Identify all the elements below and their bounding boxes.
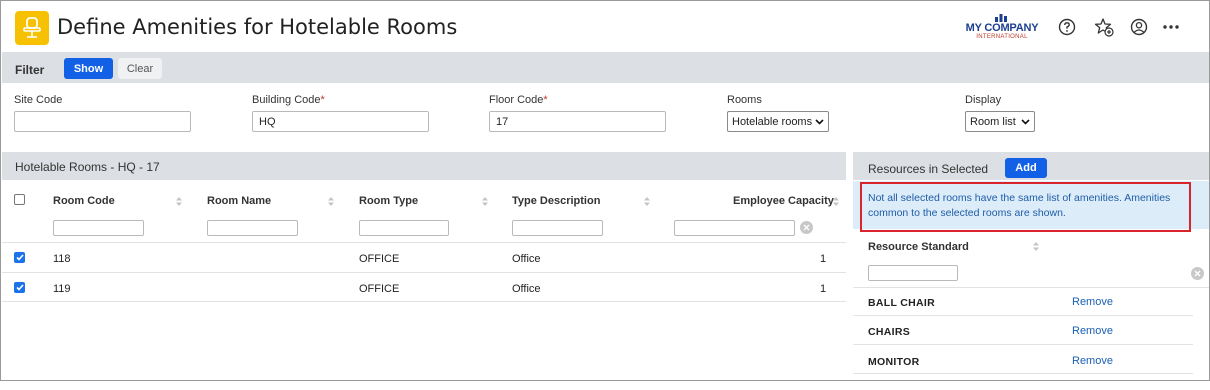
- user-account-icon[interactable]: [1128, 16, 1150, 38]
- sort-icon[interactable]: [832, 196, 840, 207]
- required-marker: *: [320, 94, 325, 106]
- clear-filter-icon[interactable]: [800, 221, 813, 234]
- logo-subtitle: INTERNATIONAL: [976, 34, 1028, 40]
- row-checkbox[interactable]: [14, 282, 25, 293]
- check-icon: [15, 284, 24, 291]
- resource-name: CHAIRS: [868, 326, 911, 338]
- resource-name: MONITOR: [868, 356, 920, 368]
- resources-panel-title: Resources in Selected: [868, 162, 989, 176]
- divider: [853, 315, 1193, 316]
- show-button[interactable]: Show: [64, 58, 113, 79]
- site-code-label: Site Code: [14, 94, 63, 106]
- display-select-value: Room list: [970, 115, 1016, 128]
- clear-filter-icon[interactable]: [1191, 267, 1204, 280]
- filter-bar: Filter Show Clear: [2, 52, 1209, 83]
- rooms-grid-title: Hotelable Rooms - HQ - 17: [15, 160, 160, 174]
- notice-message: Not all selected rooms have the same lis…: [868, 192, 1171, 219]
- help-icon[interactable]: [1056, 16, 1078, 38]
- select-all-checkbox[interactable]: [14, 194, 25, 205]
- logo-name: MY COMPANY: [965, 22, 1039, 34]
- logo-bars-icon: [995, 14, 1007, 22]
- page-title: Define Amenities for Hotelable Rooms: [57, 15, 458, 39]
- more-icon[interactable]: [1160, 16, 1182, 38]
- column-header-type-description[interactable]: Type Description: [512, 195, 600, 207]
- required-marker: *: [543, 94, 548, 106]
- resource-standard-filter-input[interactable]: [868, 265, 958, 281]
- add-resource-button[interactable]: Add: [1005, 158, 1047, 178]
- chevron-down-icon: [1021, 118, 1030, 125]
- room-type-cell: OFFICE: [359, 253, 400, 265]
- rooms-grid-titlebar: Hotelable Rooms - HQ - 17: [2, 152, 846, 180]
- room-code-cell: 118: [53, 253, 71, 265]
- type-description-cell: Office: [512, 283, 541, 295]
- company-logo: MY COMPANY INTERNATIONAL: [961, 14, 1043, 44]
- building-code-label: Building Code*: [252, 94, 325, 106]
- building-code-input[interactable]: [252, 111, 429, 132]
- column-header-room-type[interactable]: Room Type: [359, 195, 418, 207]
- type-description-cell: Office: [512, 253, 541, 265]
- rooms-select[interactable]: Hotelable rooms: [727, 111, 829, 132]
- divider: [2, 301, 846, 302]
- employee-capacity-filter-input[interactable]: [674, 220, 795, 236]
- filter-label: Filter: [15, 63, 45, 77]
- sort-icon[interactable]: [327, 196, 335, 207]
- resource-name: BALL CHAIR: [868, 297, 935, 309]
- column-header-resource-standard[interactable]: Resource Standard: [868, 241, 969, 253]
- row-checkbox[interactable]: [14, 252, 25, 263]
- room-type-filter-input[interactable]: [359, 220, 449, 236]
- employee-capacity-cell: 1: [820, 283, 827, 295]
- remove-link[interactable]: Remove: [1072, 296, 1113, 308]
- remove-link[interactable]: Remove: [1072, 355, 1113, 367]
- floor-code-label: Floor Code*: [489, 94, 548, 106]
- rooms-label: Rooms: [727, 94, 762, 106]
- column-header-room-code[interactable]: Room Code: [53, 195, 115, 207]
- column-header-employee-capacity[interactable]: Employee Capacity: [733, 195, 834, 207]
- room-code-cell: 119: [53, 283, 71, 295]
- clear-button[interactable]: Clear: [118, 58, 162, 79]
- divider: [853, 287, 1209, 288]
- app-window: Define Amenities for Hotelable Rooms MY …: [0, 0, 1210, 381]
- divider: [853, 344, 1193, 345]
- chevron-down-icon: [815, 118, 824, 125]
- display-label: Display: [965, 94, 1002, 106]
- room-code-filter-input[interactable]: [53, 220, 144, 236]
- sort-icon[interactable]: [643, 196, 651, 207]
- favorite-add-icon[interactable]: [1093, 16, 1115, 38]
- remove-link[interactable]: Remove: [1072, 325, 1113, 337]
- floor-code-input[interactable]: [489, 111, 666, 132]
- rooms-select-value: Hotelable rooms: [732, 115, 813, 128]
- sort-icon[interactable]: [481, 196, 489, 207]
- sort-icon[interactable]: [1032, 241, 1040, 252]
- room-type-cell: OFFICE: [359, 283, 400, 295]
- column-header-room-name[interactable]: Room Name: [207, 195, 271, 207]
- sort-icon[interactable]: [175, 196, 183, 207]
- chair-icon: [15, 11, 49, 45]
- check-icon: [15, 254, 24, 261]
- room-name-filter-input[interactable]: [207, 220, 298, 236]
- employee-capacity-cell: 1: [820, 253, 827, 265]
- type-description-filter-input[interactable]: [512, 220, 603, 236]
- display-select[interactable]: Room list: [965, 111, 1035, 132]
- divider: [853, 373, 1193, 374]
- divider: [2, 272, 846, 273]
- site-code-input[interactable]: [14, 111, 191, 132]
- divider: [2, 242, 846, 243]
